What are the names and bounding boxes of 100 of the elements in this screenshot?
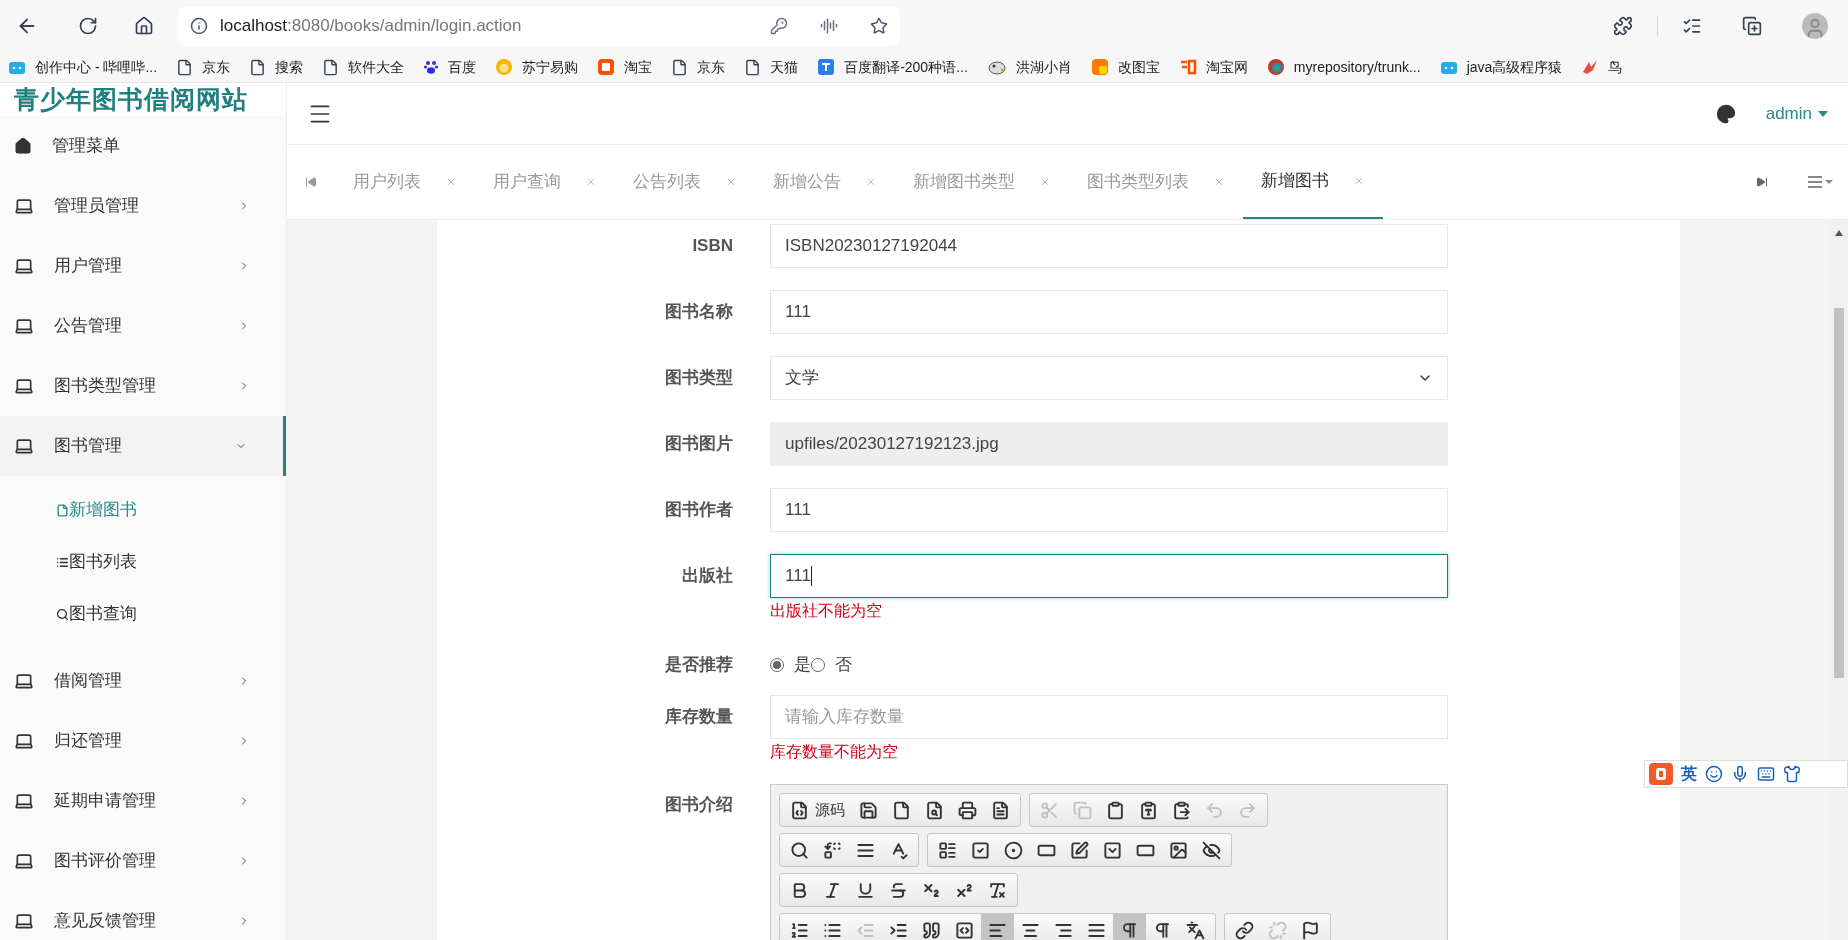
select-icon	[1103, 840, 1122, 860]
clear-icon	[988, 880, 1007, 900]
sidebar-item[interactable]: 图书评价管理	[0, 831, 286, 891]
checkbox-icon	[971, 840, 990, 860]
profile-avatar[interactable]	[1802, 13, 1828, 39]
error-message: 出版社不能为空	[770, 601, 883, 621]
bookmark[interactable]: 百度	[423, 56, 477, 78]
paste-icon	[1106, 800, 1125, 820]
source-icon	[790, 800, 809, 820]
replace-icon	[823, 840, 842, 860]
bookmark[interactable]: 百度翻译-200种语...	[817, 56, 968, 78]
reload-icon[interactable]	[78, 16, 98, 36]
select-field[interactable]: 文学	[770, 356, 1448, 400]
collections-icon[interactable]	[1742, 16, 1762, 36]
toolbar-button[interactable]	[1113, 914, 1146, 940]
input-field[interactable]: 111	[770, 488, 1448, 532]
file-icon	[56, 503, 69, 517]
extensions-icon[interactable]	[1613, 16, 1633, 36]
input-field[interactable]: 111	[770, 554, 1448, 598]
favorites-icon[interactable]	[1682, 16, 1702, 36]
sidebar-item[interactable]: 图书管理	[0, 416, 286, 476]
page-icon	[249, 58, 267, 76]
bookmark[interactable]: 鸟	[1581, 56, 1623, 78]
emoji-icon[interactable]	[1705, 765, 1723, 783]
strike-icon	[889, 880, 908, 900]
bookmark[interactable]: 洪湖小肖	[986, 56, 1072, 78]
url-text: localhost:8080/books/admin/login.action	[220, 15, 522, 38]
page-icon	[176, 58, 194, 76]
radio-icon	[1004, 840, 1023, 860]
submenu-item[interactable]: 图书查询	[0, 588, 286, 640]
skin-icon[interactable]	[1783, 765, 1801, 783]
address-bar[interactable]: localhost:8080/books/admin/login.action	[178, 6, 900, 46]
ordered-list-icon	[790, 920, 809, 940]
error-message: 库存数量不能为空	[770, 742, 899, 762]
sidebar-item[interactable]: 意见反馈管理	[0, 891, 286, 940]
image-button-icon	[1169, 840, 1188, 860]
bookmark[interactable]: 苏宁易购	[495, 56, 579, 78]
site-title: 青少年图书借阅网站	[0, 83, 286, 116]
microphone-icon[interactable]	[1731, 765, 1749, 783]
palette-icon[interactable]	[1715, 103, 1736, 124]
laptop-icon	[14, 851, 34, 871]
quote-icon	[922, 920, 941, 940]
caret-icon	[1818, 110, 1828, 117]
ring-icon	[1266, 58, 1285, 76]
sidebar-item[interactable]: 图书类型管理	[0, 356, 286, 416]
sidebar-item[interactable]: 归还管理	[0, 711, 286, 771]
bookmark[interactable]: 京东	[176, 56, 231, 78]
sidebar-item[interactable]: 公告管理	[0, 296, 286, 356]
sidebar-item[interactable]: 管理菜单	[0, 116, 286, 176]
submenu-item[interactable]: 图书列表	[0, 536, 286, 588]
redo-icon	[1238, 800, 1257, 820]
user-menu[interactable]: admin	[1765, 100, 1828, 127]
bookmark[interactable]: 京东	[671, 56, 726, 78]
home-icon[interactable]	[134, 16, 154, 36]
italic-icon	[823, 880, 842, 900]
laptop-icon	[14, 671, 34, 691]
paste-word-icon	[1172, 800, 1191, 820]
toolbar-button[interactable]	[981, 914, 1014, 940]
bookmark[interactable]: 软件大全	[322, 56, 405, 78]
input-field[interactable]: ISBN20230127192044	[770, 224, 1448, 268]
template-icon	[991, 800, 1010, 820]
read-aloud-icon[interactable]	[819, 17, 838, 35]
key-icon[interactable]	[769, 17, 788, 35]
sidebar-item[interactable]: 借阅管理	[0, 651, 286, 711]
find-icon	[790, 840, 809, 860]
sidebar-item[interactable]: 用户管理	[0, 236, 286, 296]
scroll-up-icon[interactable]	[1835, 230, 1843, 236]
keyboard-icon[interactable]	[1757, 765, 1775, 783]
laptop-icon	[14, 436, 34, 456]
laptop-icon	[14, 376, 34, 396]
bookmark[interactable]: 改图宝	[1090, 56, 1160, 78]
sidebar-item[interactable]: 延期申请管理	[0, 771, 286, 831]
field-label: 是否推荐	[664, 654, 734, 676]
anchor-icon	[1301, 920, 1320, 940]
tv-icon	[8, 59, 26, 75]
ltr-icon	[1120, 920, 1139, 940]
radio-label: 否	[835, 654, 852, 677]
submenu-item[interactable]: 新增图书	[0, 484, 286, 536]
tab-scroll-left-icon[interactable]	[305, 176, 317, 188]
bookmark[interactable]: java高级程序猿	[1439, 56, 1563, 78]
bookmark[interactable]: 淘宝网	[1178, 56, 1248, 78]
sogou-logo	[1649, 763, 1673, 785]
toolbar-button[interactable]: 源码	[783, 794, 852, 826]
tab-scroll-right-icon[interactable]	[1756, 176, 1768, 188]
radio-button[interactable]	[770, 658, 784, 672]
tab-menu-icon[interactable]	[1808, 176, 1834, 188]
input-field[interactable]: 111	[770, 290, 1448, 334]
bookmark[interactable]: 创作中心 - 哔哩哔...	[8, 56, 158, 78]
favorite-add-icon[interactable]	[869, 17, 888, 35]
sidebar-item[interactable]: 管理员管理	[0, 176, 286, 236]
page-icon	[744, 58, 762, 76]
paste-text-icon	[1139, 800, 1158, 820]
bookmark[interactable]: myrepository/trunk...	[1266, 56, 1421, 78]
bookmark[interactable]: 淘宝	[597, 56, 653, 78]
field-label: ISBN	[691, 235, 734, 257]
tv-icon	[1439, 59, 1458, 75]
bookmark[interactable]: 搜索	[249, 56, 304, 78]
bookmark[interactable]: 天猫	[744, 56, 799, 78]
form-icon	[938, 840, 957, 860]
ime-mode[interactable]: 英	[1681, 762, 1697, 786]
